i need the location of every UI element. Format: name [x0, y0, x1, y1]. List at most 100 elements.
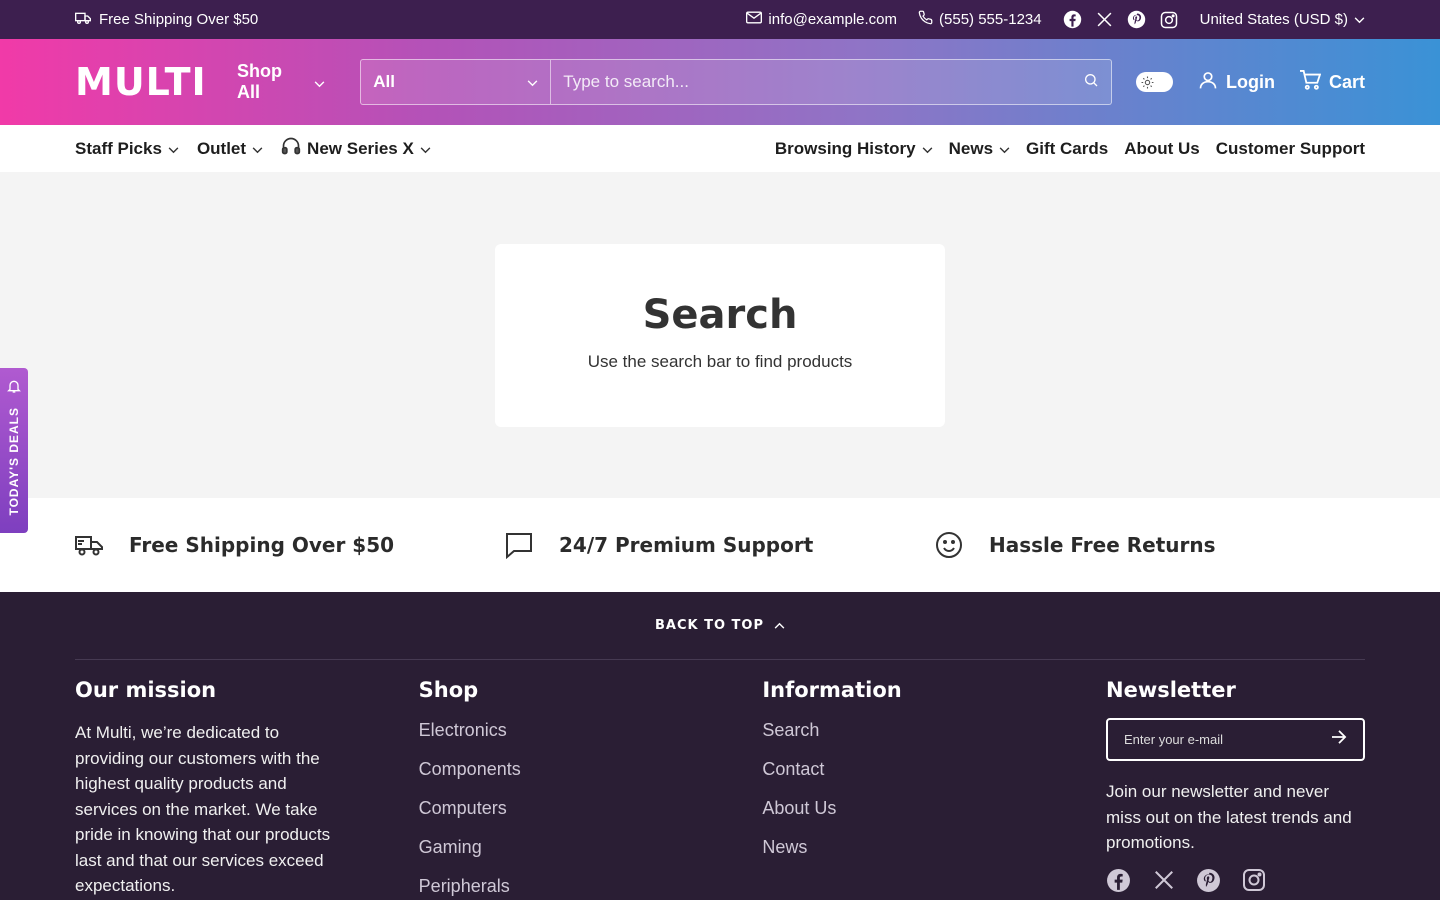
nav-label: About Us: [1124, 138, 1200, 158]
facebook-icon[interactable]: [1063, 10, 1083, 30]
chevron-down-icon: [252, 139, 263, 159]
page-title: Search: [642, 292, 798, 338]
mission-text: At Multi, we’re dedicated to providing o…: [75, 723, 331, 895]
page-subtitle: Use the search bar to find products: [587, 352, 853, 371]
nav-customer-support[interactable]: Customer Support: [1216, 139, 1365, 159]
feature-label: Hassle Free Returns: [989, 533, 1216, 557]
nav-outlet[interactable]: Outlet: [197, 139, 263, 159]
phone-link[interactable]: (555) 555-1234: [918, 10, 1042, 29]
search-category-value: All: [373, 72, 396, 91]
footer-link[interactable]: Gaming: [419, 837, 763, 858]
nav-label: Browsing History: [774, 138, 916, 158]
cart-icon: [1299, 69, 1322, 95]
footer-information: Information Search Contact About Us News: [762, 678, 1106, 900]
x-icon[interactable]: [1095, 10, 1115, 30]
category-nav: Staff Picks Outlet New Series X Browsing…: [0, 125, 1440, 172]
social-links: [1063, 10, 1179, 30]
chevron-down-icon: [527, 72, 538, 92]
x-icon[interactable]: [1151, 868, 1176, 893]
newsletter-title: Newsletter: [1106, 678, 1236, 702]
footer-link[interactable]: Computers: [419, 798, 763, 819]
shop-all-label: Shop All: [237, 61, 282, 102]
chevron-down-icon: [314, 72, 325, 93]
footer-shop: Shop Electronics Components Computers Ga…: [419, 678, 763, 900]
smile-icon: [935, 531, 963, 559]
shipping-text: Free Shipping Over $50: [99, 11, 259, 28]
footer-link[interactable]: News: [762, 837, 1106, 858]
search-input[interactable]: [563, 72, 1084, 92]
top-utility-bar: Free Shipping Over $50 info@example.com …: [0, 0, 1440, 39]
chevron-down-icon: [922, 139, 933, 159]
footer-social-links: [1106, 868, 1365, 893]
pinterest-icon[interactable]: [1196, 868, 1221, 893]
shipping-notice: Free Shipping Over $50: [75, 11, 258, 29]
feature-item: 24/7 Premium Support: [505, 531, 935, 559]
cart-label: Cart: [1328, 71, 1365, 92]
nav-label: Staff Picks: [75, 138, 162, 158]
footer-link[interactable]: Contact: [762, 759, 1106, 780]
footer-mission: Our mission At Multi, we’re dedicated to…: [75, 678, 419, 900]
feature-item: Free Shipping Over $50: [75, 531, 505, 559]
phone-icon: [918, 10, 933, 29]
shop-all-menu[interactable]: Shop All: [237, 61, 325, 103]
footer-link[interactable]: About Us: [762, 798, 1106, 819]
nav-new-series-x[interactable]: New Series X: [281, 136, 431, 161]
footer-link[interactable]: Search: [762, 720, 1106, 741]
chevron-down-icon: [999, 139, 1010, 159]
site-footer: BACK TO TOP Our mission At Multi, we’re …: [0, 592, 1440, 900]
feature-item: Hassle Free Returns: [935, 531, 1365, 559]
arrow-right-icon[interactable]: [1331, 730, 1347, 749]
main-header: MULTI Shop All All Login: [0, 39, 1440, 125]
features-strip: Free Shipping Over $50 24/7 Premium Supp…: [0, 498, 1440, 592]
feature-label: 24/7 Premium Support: [559, 533, 814, 557]
sun-icon: [1140, 75, 1155, 90]
search-category-select[interactable]: All: [361, 60, 552, 104]
nav-staff-picks[interactable]: Staff Picks: [75, 139, 179, 159]
truck-icon: [75, 531, 103, 559]
currency-selector[interactable]: United States (USD $): [1200, 11, 1365, 28]
headphones-icon: [281, 136, 301, 161]
nav-news[interactable]: News: [949, 139, 1010, 159]
nav-label: Outlet: [196, 138, 247, 158]
newsletter-form: [1106, 718, 1366, 761]
nav-gift-cards[interactable]: Gift Cards: [1026, 139, 1108, 159]
info-title: Information: [762, 678, 902, 702]
nav-about-us[interactable]: About Us: [1124, 139, 1200, 159]
cart-link[interactable]: Cart: [1299, 69, 1365, 95]
feature-label: Free Shipping Over $50: [129, 533, 395, 557]
back-to-top-button[interactable]: BACK TO TOP: [75, 592, 1365, 660]
search-bar: All: [360, 59, 1113, 105]
nav-label: New Series X: [307, 138, 414, 158]
instagram-icon[interactable]: [1159, 10, 1179, 30]
user-icon: [1198, 70, 1218, 95]
chevron-down-icon: [1354, 11, 1365, 28]
site-logo[interactable]: MULTI: [75, 60, 206, 104]
pinterest-icon[interactable]: [1127, 10, 1147, 30]
nav-browsing-history[interactable]: Browsing History: [775, 139, 933, 159]
phone-text: (555) 555-1234: [939, 11, 1042, 28]
footer-newsletter: Newsletter Join our newsletter and never…: [1106, 678, 1366, 900]
facebook-icon[interactable]: [1106, 868, 1131, 893]
currency-label: United States (USD $): [1199, 11, 1348, 28]
bell-icon: [6, 378, 22, 399]
search-icon[interactable]: [1083, 72, 1099, 93]
theme-toggle[interactable]: [1136, 72, 1173, 92]
nav-label: News: [948, 138, 994, 158]
email-link[interactable]: info@example.com: [746, 11, 897, 28]
todays-deals-tab[interactable]: TODAY'S DEALS: [0, 368, 28, 533]
chevron-down-icon: [168, 139, 179, 159]
email-text: info@example.com: [768, 11, 898, 28]
chevron-up-icon: [774, 618, 785, 633]
footer-link[interactable]: Peripherals: [419, 876, 763, 897]
login-link[interactable]: Login: [1198, 70, 1275, 95]
truck-icon: [75, 11, 91, 29]
newsletter-email-field[interactable]: [1124, 732, 1332, 747]
back-to-top-label: BACK TO TOP: [654, 618, 764, 633]
search-card: Search Use the search bar to find produc…: [495, 244, 945, 427]
main-content: Search Use the search bar to find produc…: [0, 172, 1440, 498]
footer-link[interactable]: Electronics: [419, 720, 763, 741]
footer-link[interactable]: Components: [419, 759, 763, 780]
chevron-down-icon: [420, 139, 431, 159]
chat-icon: [505, 531, 533, 559]
instagram-icon[interactable]: [1241, 868, 1266, 893]
